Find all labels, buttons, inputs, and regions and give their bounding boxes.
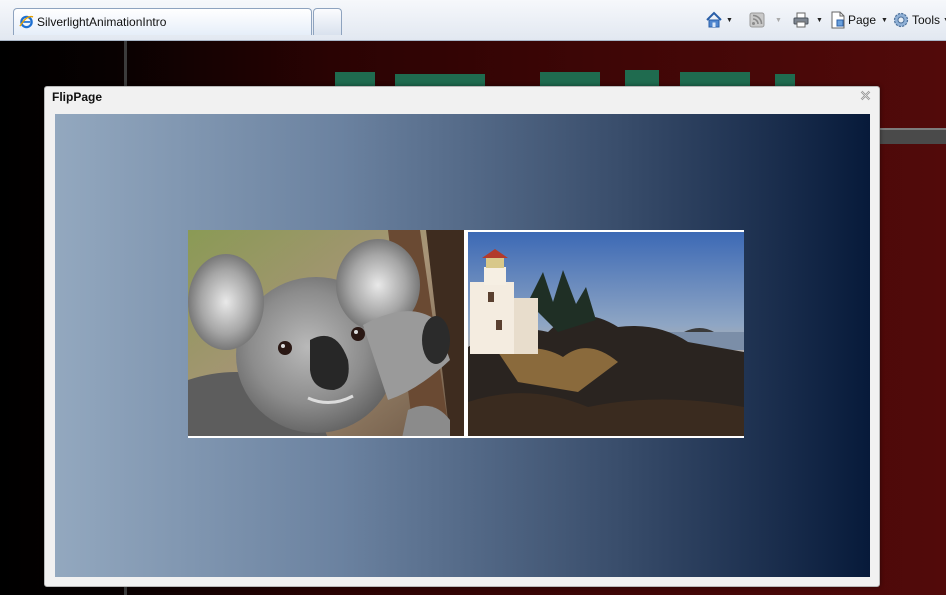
feeds-button[interactable]: ▼	[749, 10, 782, 30]
page-heading-fragment	[335, 70, 795, 86]
tools-gear-icon	[893, 12, 909, 28]
dialog-title: FlipPage	[52, 90, 103, 104]
browser-tab-title: SilverlightAnimationIntro	[37, 15, 167, 29]
page-menu-label: Page	[848, 13, 877, 27]
page-heading-obscured	[335, 58, 795, 86]
chevron-down-icon[interactable]: ▼	[816, 17, 823, 24]
print-icon	[793, 12, 809, 28]
page-icon	[831, 11, 845, 29]
page-stripe	[880, 128, 946, 144]
flip-book-area	[55, 114, 870, 577]
chevron-down-icon[interactable]: ▼	[881, 17, 888, 24]
ie-icon	[19, 15, 34, 29]
close-icon[interactable]	[860, 90, 871, 101]
home-icon	[706, 11, 722, 28]
browser-tab-bar: SilverlightAnimationIntro ▼ ▼ ▼ Page ▼ T…	[0, 0, 946, 41]
lighthouse-photo	[468, 232, 744, 436]
tools-menu-button[interactable]: Tools ▼	[892, 10, 946, 30]
tools-menu-label: Tools	[912, 13, 941, 27]
flip-page-left[interactable]	[188, 230, 464, 438]
flip-page-right[interactable]	[468, 230, 744, 438]
new-tab-button[interactable]	[313, 8, 342, 35]
print-button[interactable]: ▼	[792, 10, 823, 30]
browser-tab-active[interactable]: SilverlightAnimationIntro	[13, 8, 312, 35]
page-menu-button[interactable]: Page ▼	[830, 10, 888, 30]
home-button[interactable]: ▼	[705, 10, 733, 30]
feeds-icon	[749, 12, 765, 28]
chevron-down-icon[interactable]: ▼	[726, 17, 733, 24]
flippage-dialog: FlipPage	[44, 86, 880, 587]
chevron-down-icon: ▼	[775, 16, 782, 24]
koala-photo	[188, 230, 464, 436]
